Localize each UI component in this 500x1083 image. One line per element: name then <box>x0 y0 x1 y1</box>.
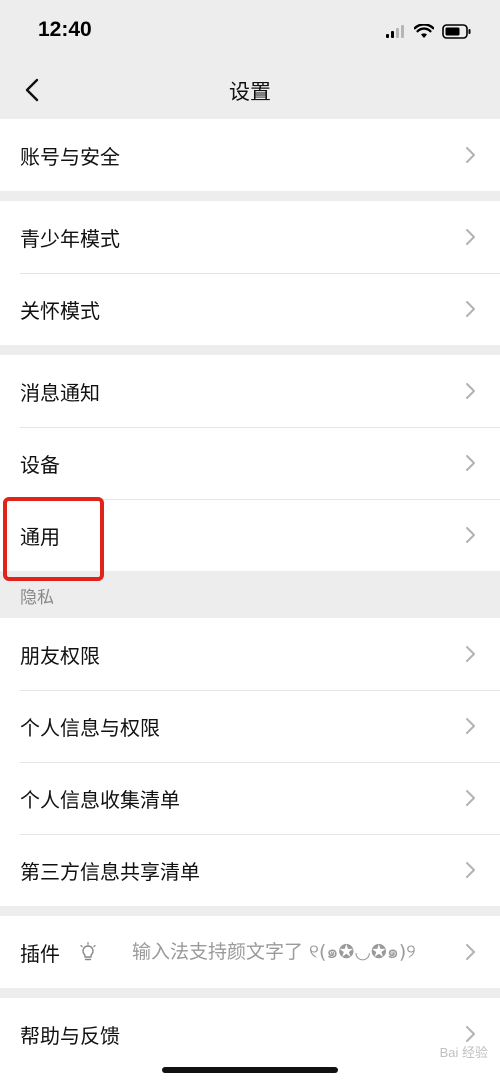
settings-item-label: 青少年模式 <box>20 226 120 251</box>
section-privacy: 朋友权限 个人信息与权限 个人信息收集清单 第三方信息共享清单 <box>0 618 500 906</box>
status-time: 12:40 <box>38 18 92 41</box>
home-indicator <box>162 1067 338 1073</box>
settings-item-friend-permissions[interactable]: 朋友权限 <box>0 618 500 690</box>
nav-bar: 设置 <box>0 62 500 118</box>
section-modes: 青少年模式 关怀模式 <box>0 201 500 345</box>
chevron-right-icon <box>466 1026 475 1042</box>
settings-item-third-party-sharing[interactable]: 第三方信息共享清单 <box>0 834 500 906</box>
lightbulb-icon <box>80 942 96 961</box>
section-plugins: 插件 输入法支持颜文字了 ୧(๑✪◡✪๑)୨ <box>0 916 500 988</box>
settings-item-label: 消息通知 <box>20 380 100 405</box>
chevron-right-icon <box>466 944 475 960</box>
chevron-right-icon <box>466 455 475 471</box>
settings-item-label: 个人信息收集清单 <box>20 787 180 812</box>
wifi-icon <box>414 23 434 38</box>
chevron-right-icon <box>466 718 475 734</box>
settings-item-account-security[interactable]: 账号与安全 <box>0 119 500 191</box>
settings-item-label: 个人信息与权限 <box>20 715 160 740</box>
chevron-right-icon <box>466 527 475 543</box>
settings-item-care-mode[interactable]: 关怀模式 <box>0 273 500 345</box>
settings-item-personal-info-permissions[interactable]: 个人信息与权限 <box>0 690 500 762</box>
chevron-right-icon <box>466 862 475 878</box>
chevron-right-icon <box>466 790 475 806</box>
chevron-right-icon <box>466 301 475 317</box>
highlight-box <box>3 497 104 581</box>
watermark: Bai 经验 <box>439 1045 488 1060</box>
settings-item-label: 帮助与反馈 <box>20 1023 120 1048</box>
status-bar: 12:40 <box>0 0 500 62</box>
settings-item-label: 朋友权限 <box>20 643 100 668</box>
settings-item-label: 插件 <box>20 941 60 966</box>
settings-item-teen-mode[interactable]: 青少年模式 <box>0 201 500 273</box>
settings-item-label: 关怀模式 <box>20 298 100 323</box>
settings-item-devices[interactable]: 设备 <box>0 427 500 499</box>
chevron-right-icon <box>466 229 475 245</box>
chevron-right-icon <box>466 383 475 399</box>
settings-item-personal-info-collection[interactable]: 个人信息收集清单 <box>0 762 500 834</box>
settings-item-label: 第三方信息共享清单 <box>20 859 200 884</box>
settings-item-notifications[interactable]: 消息通知 <box>0 355 500 427</box>
settings-item-label: 账号与安全 <box>20 144 120 169</box>
status-icons <box>386 21 472 41</box>
settings-item-help-feedback[interactable]: 帮助与反馈 <box>0 998 500 1070</box>
battery-icon <box>442 23 471 39</box>
page-title: 设置 <box>229 80 271 104</box>
section-header-label: 隐私 <box>20 588 54 608</box>
plugin-status-text: 输入法支持颜文字了 ୧(๑✪◡✪๑)୨ <box>132 941 416 963</box>
cellular-signal-icon <box>386 25 404 38</box>
chevron-right-icon <box>466 147 475 163</box>
section-account: 账号与安全 <box>0 119 500 191</box>
chevron-right-icon <box>466 646 475 662</box>
settings-item-plugins[interactable]: 插件 输入法支持颜文字了 ୧(๑✪◡✪๑)୨ <box>0 916 500 988</box>
settings-item-label: 设备 <box>20 452 60 477</box>
